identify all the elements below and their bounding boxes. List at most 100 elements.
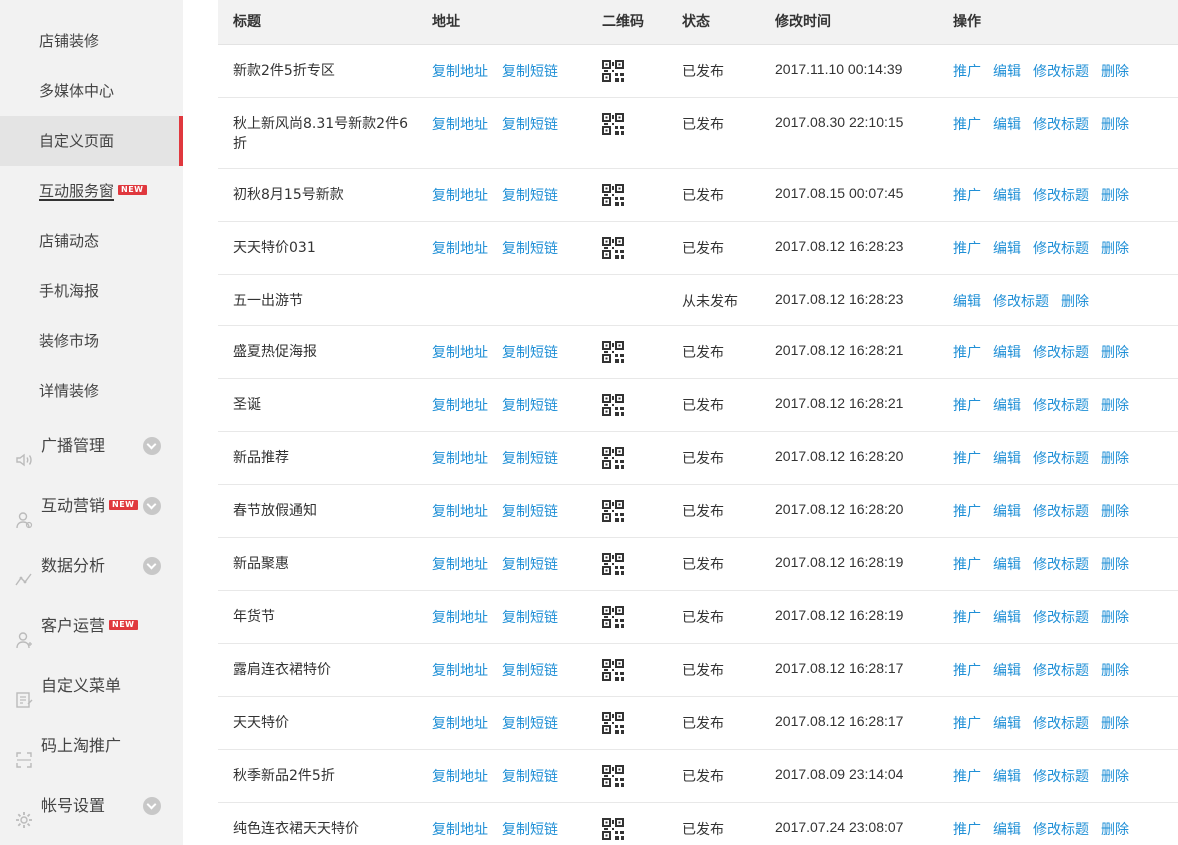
promote-link[interactable]: 推广 bbox=[953, 822, 981, 838]
delete-link[interactable]: 删除 bbox=[1061, 294, 1089, 310]
copy-address-link[interactable]: 复制地址 bbox=[432, 185, 488, 205]
rename-link[interactable]: 修改标题 bbox=[993, 294, 1049, 310]
promote-link[interactable]: 推广 bbox=[953, 64, 981, 80]
sidebar-item-1[interactable]: 店铺装修 bbox=[0, 16, 183, 66]
edit-link[interactable]: 编辑 bbox=[993, 716, 1021, 732]
sidebar-item-2[interactable]: 多媒体中心 bbox=[0, 66, 183, 116]
sidebar-group-4[interactable]: 客户运营 NEW bbox=[0, 596, 183, 656]
qrcode-icon[interactable] bbox=[602, 553, 624, 575]
promote-link[interactable]: 推广 bbox=[953, 504, 981, 520]
chevron-down-icon[interactable] bbox=[143, 437, 161, 455]
copy-address-link[interactable]: 复制地址 bbox=[432, 554, 488, 574]
rename-link[interactable]: 修改标题 bbox=[1033, 241, 1089, 257]
edit-link[interactable]: 编辑 bbox=[993, 117, 1021, 133]
copy-short-link[interactable]: 复制短链 bbox=[502, 501, 558, 521]
sidebar-item-8[interactable]: 详情装修 bbox=[0, 366, 183, 416]
copy-address-link[interactable]: 复制地址 bbox=[432, 342, 488, 362]
copy-short-link[interactable]: 复制短链 bbox=[502, 238, 558, 258]
edit-link[interactable]: 编辑 bbox=[993, 822, 1021, 838]
copy-short-link[interactable]: 复制短链 bbox=[502, 185, 558, 205]
qrcode-icon[interactable] bbox=[602, 500, 624, 522]
promote-link[interactable]: 推广 bbox=[953, 557, 981, 573]
copy-short-link[interactable]: 复制短链 bbox=[502, 607, 558, 627]
chevron-down-icon[interactable] bbox=[143, 797, 161, 815]
delete-link[interactable]: 删除 bbox=[1101, 610, 1129, 626]
promote-link[interactable]: 推广 bbox=[953, 451, 981, 467]
promote-link[interactable]: 推广 bbox=[953, 398, 981, 414]
qrcode-icon[interactable] bbox=[602, 394, 624, 416]
promote-link[interactable]: 推广 bbox=[953, 716, 981, 732]
rename-link[interactable]: 修改标题 bbox=[1033, 504, 1089, 520]
copy-short-link[interactable]: 复制短链 bbox=[502, 554, 558, 574]
rename-link[interactable]: 修改标题 bbox=[1033, 769, 1089, 785]
sidebar-item-7[interactable]: 装修市场 bbox=[0, 316, 183, 366]
rename-link[interactable]: 修改标题 bbox=[1033, 716, 1089, 732]
copy-address-link[interactable]: 复制地址 bbox=[432, 501, 488, 521]
edit-link[interactable]: 编辑 bbox=[993, 451, 1021, 467]
qrcode-icon[interactable] bbox=[602, 60, 624, 82]
sidebar-item-5[interactable]: 店铺动态 bbox=[0, 216, 183, 266]
edit-link[interactable]: 编辑 bbox=[953, 294, 981, 310]
rename-link[interactable]: 修改标题 bbox=[1033, 822, 1089, 838]
sidebar-group-6[interactable]: 码上淘推广 bbox=[0, 716, 183, 776]
chevron-down-icon[interactable] bbox=[143, 557, 161, 575]
sidebar-group-3[interactable]: 数据分析 bbox=[0, 536, 183, 596]
promote-link[interactable]: 推广 bbox=[953, 769, 981, 785]
rename-link[interactable]: 修改标题 bbox=[1033, 64, 1089, 80]
rename-link[interactable]: 修改标题 bbox=[1033, 610, 1089, 626]
delete-link[interactable]: 删除 bbox=[1101, 117, 1129, 133]
delete-link[interactable]: 删除 bbox=[1101, 398, 1129, 414]
copy-short-link[interactable]: 复制短链 bbox=[502, 448, 558, 468]
promote-link[interactable]: 推广 bbox=[953, 345, 981, 361]
qrcode-icon[interactable] bbox=[602, 765, 624, 787]
edit-link[interactable]: 编辑 bbox=[993, 241, 1021, 257]
copy-address-link[interactable]: 复制地址 bbox=[432, 114, 488, 134]
copy-short-link[interactable]: 复制短链 bbox=[502, 395, 558, 415]
edit-link[interactable]: 编辑 bbox=[993, 663, 1021, 679]
sidebar-group-1[interactable]: 广播管理 bbox=[0, 416, 183, 476]
promote-link[interactable]: 推广 bbox=[953, 117, 981, 133]
copy-address-link[interactable]: 复制地址 bbox=[432, 607, 488, 627]
rename-link[interactable]: 修改标题 bbox=[1033, 398, 1089, 414]
edit-link[interactable]: 编辑 bbox=[993, 557, 1021, 573]
copy-address-link[interactable]: 复制地址 bbox=[432, 395, 488, 415]
qrcode-icon[interactable] bbox=[602, 606, 624, 628]
qrcode-icon[interactable] bbox=[602, 818, 624, 840]
sidebar-group-2[interactable]: 互动营销 NEW bbox=[0, 476, 183, 536]
delete-link[interactable]: 删除 bbox=[1101, 241, 1129, 257]
delete-link[interactable]: 删除 bbox=[1101, 557, 1129, 573]
rename-link[interactable]: 修改标题 bbox=[1033, 188, 1089, 204]
copy-short-link[interactable]: 复制短链 bbox=[502, 342, 558, 362]
rename-link[interactable]: 修改标题 bbox=[1033, 345, 1089, 361]
qrcode-icon[interactable] bbox=[602, 237, 624, 259]
sidebar-group-5[interactable]: 自定义菜单 bbox=[0, 656, 183, 716]
copy-short-link[interactable]: 复制短链 bbox=[502, 660, 558, 680]
promote-link[interactable]: 推广 bbox=[953, 241, 981, 257]
delete-link[interactable]: 删除 bbox=[1101, 64, 1129, 80]
sidebar-item-4[interactable]: 互动服务窗 NEW bbox=[0, 166, 183, 216]
delete-link[interactable]: 删除 bbox=[1101, 188, 1129, 204]
edit-link[interactable]: 编辑 bbox=[993, 64, 1021, 80]
edit-link[interactable]: 编辑 bbox=[993, 398, 1021, 414]
edit-link[interactable]: 编辑 bbox=[993, 504, 1021, 520]
chevron-down-icon[interactable] bbox=[143, 497, 161, 515]
copy-address-link[interactable]: 复制地址 bbox=[432, 819, 488, 839]
delete-link[interactable]: 删除 bbox=[1101, 822, 1129, 838]
copy-address-link[interactable]: 复制地址 bbox=[432, 766, 488, 786]
qrcode-icon[interactable] bbox=[602, 659, 624, 681]
promote-link[interactable]: 推广 bbox=[953, 610, 981, 626]
promote-link[interactable]: 推广 bbox=[953, 188, 981, 204]
rename-link[interactable]: 修改标题 bbox=[1033, 451, 1089, 467]
copy-address-link[interactable]: 复制地址 bbox=[432, 448, 488, 468]
promote-link[interactable]: 推广 bbox=[953, 663, 981, 679]
delete-link[interactable]: 删除 bbox=[1101, 716, 1129, 732]
qrcode-icon[interactable] bbox=[602, 712, 624, 734]
delete-link[interactable]: 删除 bbox=[1101, 504, 1129, 520]
qrcode-icon[interactable] bbox=[602, 447, 624, 469]
delete-link[interactable]: 删除 bbox=[1101, 769, 1129, 785]
edit-link[interactable]: 编辑 bbox=[993, 769, 1021, 785]
delete-link[interactable]: 删除 bbox=[1101, 345, 1129, 361]
copy-short-link[interactable]: 复制短链 bbox=[502, 766, 558, 786]
sidebar-item-3[interactable]: 自定义页面 bbox=[0, 116, 183, 166]
rename-link[interactable]: 修改标题 bbox=[1033, 117, 1089, 133]
